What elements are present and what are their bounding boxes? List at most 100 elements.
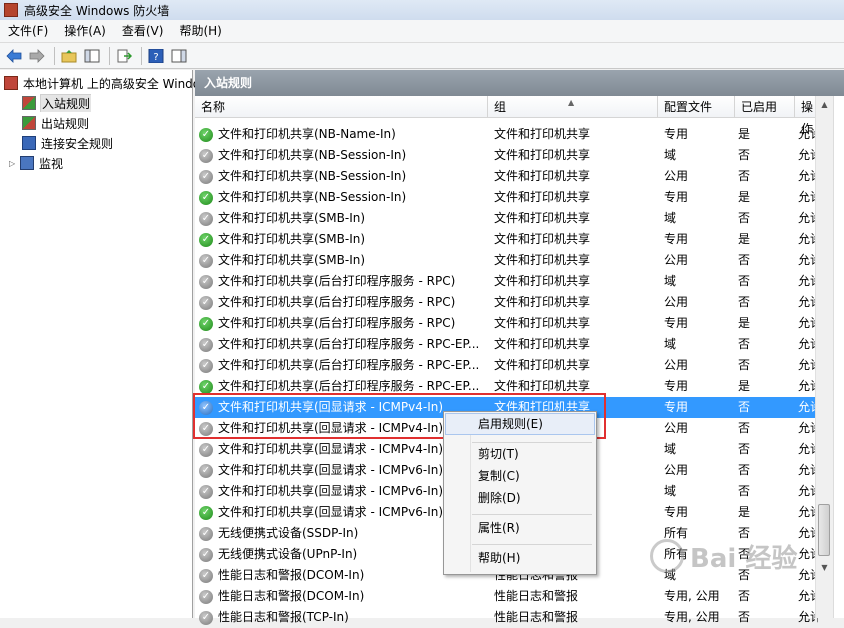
table-row[interactable]: ✓ 文件和打印机共享(NB-Session-In) 文件和打印机共享 专用是允许: [195, 187, 818, 208]
rule-name-text: 无线便携式设备(UPnP-In): [218, 547, 358, 561]
rule-name-cell: ✓ 文件和打印机共享(后台打印程序服务 - RPC-EP...: [199, 334, 484, 355]
rule-enabled-cell: 否: [738, 169, 751, 183]
rule-name-text: 文件和打印机共享(后台打印程序服务 - RPC): [218, 316, 456, 330]
rule-name-cell: ✓ 文件和打印机共享(回显请求 - ICMPv6-In): [199, 460, 484, 481]
table-row[interactable]: ✓ 文件和打印机共享(后台打印程序服务 - RPC) 文件和打印机共享 专用是允许: [195, 313, 818, 334]
rule-name-cell: ✓ 文件和打印机共享(NB-Session-In): [199, 166, 484, 187]
connection-security-icon: [22, 136, 36, 150]
back-arrow-icon[interactable]: [4, 46, 24, 66]
menu-file[interactable]: 文件(F): [0, 20, 56, 42]
rule-name-cell: ✓ 文件和打印机共享(后台打印程序服务 - RPC): [199, 292, 484, 313]
toolbar-separator: [54, 46, 55, 65]
rule-name-text: 文件和打印机共享(NB-Session-In): [218, 169, 407, 183]
rule-enabled-cell: 否: [738, 337, 751, 351]
rule-name-text: 文件和打印机共享(SMB-In): [218, 232, 366, 246]
rule-enabled-check-icon: ✓: [199, 316, 213, 331]
expand-arrow-icon[interactable]: ▷: [9, 159, 17, 168]
rule-name-cell: ✓ 文件和打印机共享(后台打印程序服务 - RPC-EP...: [199, 376, 484, 397]
rule-name-cell: ✓ 无线便携式设备(UPnP-In): [199, 544, 484, 565]
rule-enabled-cell: 否: [738, 526, 751, 540]
column-header-group[interactable]: ▲ 组: [488, 96, 658, 118]
scroll-thumb[interactable]: [818, 504, 830, 556]
table-row[interactable]: ✓ 文件和打印机共享(NB-Session-In) 文件和打印机共享 公用否允许: [195, 166, 818, 187]
menu-item-delete[interactable]: 删除(D): [446, 488, 594, 508]
table-row[interactable]: ✓ 性能日志和警报(DCOM-In) 性能日志和警报 专用, 公用否允许: [195, 586, 818, 607]
rule-enabled-cell: 否: [738, 442, 751, 456]
column-profile-label: 配置文件: [664, 100, 713, 114]
menu-item-properties[interactable]: 属性(R): [446, 518, 594, 538]
rule-profile-cell: 域: [664, 568, 677, 582]
rule-profile-cell: 专用: [664, 190, 689, 204]
scroll-up-arrow-icon[interactable]: ▲: [816, 96, 833, 113]
table-row[interactable]: ✓ 文件和打印机共享(SMB-In) 文件和打印机共享域否允许: [195, 208, 818, 229]
export-list-icon[interactable]: [114, 46, 134, 66]
menu-item-help[interactable]: 帮助(H): [446, 548, 594, 568]
rule-disabled-check-icon: ✓: [199, 526, 213, 541]
menu-item-enable-rule[interactable]: 启用规则(E): [445, 413, 595, 435]
rule-disabled-check-icon: ✓: [199, 421, 213, 436]
table-row[interactable]: ✓ 文件和打印机共享(SMB-In) 文件和打印机共享 专用是允许: [195, 229, 818, 250]
tree-label-monitor: 监视: [39, 156, 64, 171]
menu-action[interactable]: 操作(A): [56, 20, 114, 42]
tree-item-outbound[interactable]: 出站规则: [22, 114, 89, 132]
rule-name-text: 文件和打印机共享(回显请求 - ICMPv4-In): [218, 400, 444, 414]
rule-enabled-check-icon: ✓: [199, 232, 213, 247]
help-icon[interactable]: ?: [146, 46, 166, 66]
column-header-name[interactable]: 名称: [195, 96, 488, 118]
window-title: 高级安全 Windows 防火墙: [24, 3, 170, 18]
table-row[interactable]: ✓ 文件和打印机共享(NB-Name-In) 文件和打印机共享 专用是允许: [195, 124, 818, 145]
vertical-scrollbar[interactable]: ▲ ▼: [815, 96, 833, 618]
table-row[interactable]: ✓ 文件和打印机共享(后台打印程序服务 - RPC-EP... 文件和打印机共享 公用…: [195, 355, 818, 376]
show-hide-action-pane-icon[interactable]: [169, 46, 189, 66]
rule-enabled-cell: 是: [738, 379, 751, 393]
rule-group-cell: 文件和打印机共享: [494, 316, 591, 330]
rule-name-cell: ✓ 文件和打印机共享(回显请求 - ICMPv6-In): [199, 481, 484, 502]
table-row[interactable]: ✓ 文件和打印机共享(后台打印程序服务 - RPC-EP... 文件和打印机共享 专用…: [195, 376, 818, 397]
rule-disabled-check-icon: ✓: [199, 547, 213, 562]
table-row[interactable]: ✓ 文件和打印机共享(后台打印程序服务 - RPC-EP... 文件和打印机共享 域 否…: [195, 334, 818, 355]
rule-profile-cell: 域: [664, 337, 677, 351]
rule-profile-cell: 公用: [664, 253, 689, 267]
menu-item-cut[interactable]: 剪切(T): [446, 444, 594, 464]
rule-group-cell: 文件和打印机共享: [494, 295, 591, 309]
up-folder-icon[interactable]: [59, 46, 79, 66]
show-hide-tree-icon[interactable]: [82, 46, 102, 66]
rule-name-cell: ✓ 文件和打印机共享(SMB-In): [199, 250, 484, 271]
rule-enabled-cell: 否: [738, 211, 751, 225]
rule-name-cell: ✓ 性能日志和警报(DCOM-In): [199, 565, 484, 586]
table-row[interactable]: ✓ 文件和打印机共享(后台打印程序服务 - RPC) 文件和打印机共享域否允许: [195, 271, 818, 292]
column-header-profile[interactable]: 配置文件: [658, 96, 735, 118]
tree-item-root[interactable]: 本地计算机 上的高级安全 Windows: [4, 74, 216, 92]
rule-name-text: 文件和打印机共享(SMB-In): [218, 253, 366, 267]
rule-enabled-cell: 是: [738, 232, 751, 246]
rule-group-cell: 文件和打印机共享: [494, 337, 591, 351]
tree-item-connection-security[interactable]: 连接安全规则: [22, 134, 113, 152]
rule-enabled-cell: 否: [738, 547, 751, 561]
table-row[interactable]: ✓ 文件和打印机共享(SMB-In) 文件和打印机共享 公用否允许: [195, 250, 818, 271]
rule-disabled-check-icon: ✓: [199, 463, 213, 478]
column-header-enabled[interactable]: 已启用: [735, 96, 795, 118]
rule-enabled-check-icon: ✓: [199, 127, 213, 142]
rule-name-text: 无线便携式设备(SSDP-In): [218, 526, 359, 540]
rule-profile-cell: 域: [664, 484, 677, 498]
rule-name-cell: ✓ 文件和打印机共享(SMB-In): [199, 208, 484, 229]
forward-arrow-icon[interactable]: [27, 46, 47, 66]
menu-item-copy[interactable]: 复制(C): [446, 466, 594, 486]
firewall-app-icon: [4, 3, 18, 17]
tree-item-inbound[interactable]: 入站规则: [22, 94, 92, 112]
rule-name-text: 文件和打印机共享(后台打印程序服务 - RPC-EP...: [218, 337, 480, 351]
table-row[interactable]: ✓ 文件和打印机共享(NB-Session-In) 文件和打印机共享域否允许: [195, 145, 818, 166]
menu-help[interactable]: 帮助(H): [171, 20, 229, 42]
rule-profile-cell: 公用: [664, 169, 689, 183]
rule-group-cell: 文件和打印机共享: [494, 148, 591, 162]
scroll-down-arrow-icon[interactable]: ▼: [816, 559, 833, 576]
rule-profile-cell: 域: [664, 274, 677, 288]
tree-item-monitor[interactable]: ▷ 监视: [9, 154, 63, 172]
pane-title: 入站规则: [195, 70, 844, 96]
table-row[interactable]: ✓ 文件和打印机共享(后台打印程序服务 - RPC) 文件和打印机共享 公用否允许: [195, 292, 818, 313]
rule-enabled-cell: 是: [738, 505, 751, 519]
rule-name-text: 文件和打印机共享(后台打印程序服务 - RPC): [218, 295, 456, 309]
menu-view[interactable]: 查看(V): [114, 20, 172, 42]
rule-enabled-cell: 否: [738, 568, 751, 582]
rule-disabled-check-icon: ✓: [199, 568, 213, 583]
